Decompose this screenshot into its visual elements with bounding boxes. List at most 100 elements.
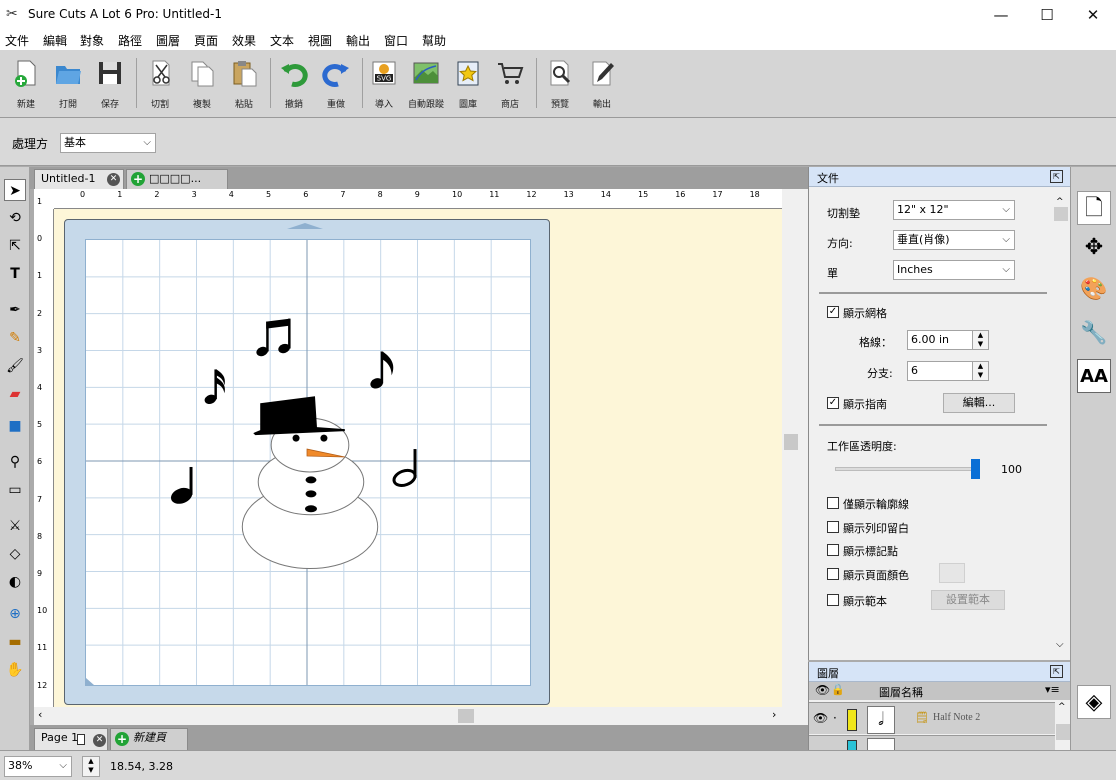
- opacity-slider-track[interactable]: [835, 467, 979, 471]
- menu-path[interactable]: 路徑: [118, 32, 142, 49]
- scroll-thumb[interactable]: [1056, 724, 1070, 740]
- lasso-select-icon[interactable]: ⟲: [4, 207, 26, 229]
- grid-line-stepper[interactable]: 6.00 in ▲ ▼: [907, 330, 989, 350]
- transform-move-icon[interactable]: ✥: [1077, 231, 1111, 265]
- scroll-thumb[interactable]: [784, 434, 798, 450]
- wrench-icon[interactable]: 🔧: [1077, 317, 1111, 351]
- hand-tool-icon[interactable]: ✋: [4, 659, 26, 681]
- zoom-tool-icon[interactable]: ⊕: [4, 603, 26, 625]
- outline-only-checkbox[interactable]: [827, 497, 839, 509]
- tab-untitled-1[interactable]: Untitled-1 ✕: [34, 169, 124, 189]
- layer-color-swatch[interactable]: [847, 709, 857, 731]
- opacity-slider-thumb[interactable]: [971, 459, 980, 479]
- trace-button[interactable]: 自動跟蹤: [406, 58, 446, 114]
- text-tool-icon[interactable]: T: [4, 263, 26, 285]
- canvas-vertical-scrollbar[interactable]: [782, 189, 800, 707]
- menu-help[interactable]: 幫助: [422, 32, 446, 49]
- units-select[interactable]: Inches ⌵: [893, 260, 1015, 280]
- select-tool-icon[interactable]: ➤: [4, 179, 26, 201]
- canvas-horizontal-scrollbar[interactable]: ‹ ›: [34, 707, 782, 725]
- tab-page-1[interactable]: Page 1 ✕: [34, 728, 108, 750]
- close-window-button[interactable]: ✕: [1070, 0, 1116, 30]
- cut-button[interactable]: 切割: [140, 58, 180, 114]
- stepper-arrows-icon[interactable]: ▲ ▼: [972, 331, 988, 349]
- edit-guides-button[interactable]: 編輯...: [943, 393, 1015, 413]
- layers-scrollbar[interactable]: ^: [1055, 702, 1071, 750]
- show-marks-checkbox[interactable]: [827, 544, 839, 556]
- menu-layer[interactable]: 圖層: [156, 32, 180, 49]
- weld-tool-icon[interactable]: ◐: [4, 571, 26, 593]
- show-guides-checkbox[interactable]: ✓: [827, 397, 839, 409]
- half-note[interactable]: [392, 449, 417, 488]
- panel-scrollbar[interactable]: ^ ⌵: [1053, 197, 1069, 660]
- rectangle-tool-icon[interactable]: ■: [4, 415, 26, 437]
- orientation-select[interactable]: 垂直(肖像) ⌵: [893, 230, 1015, 250]
- gradient-tool-icon[interactable]: ▭: [4, 479, 26, 501]
- pencil-tool-icon[interactable]: ✎: [4, 327, 26, 349]
- page-color-swatch[interactable]: [939, 563, 965, 583]
- scroll-up-icon[interactable]: ^: [1058, 702, 1066, 712]
- import-button[interactable]: SVG 導入: [364, 58, 404, 114]
- menu-text[interactable]: 文本: [270, 32, 294, 49]
- polygon-tool-icon[interactable]: ◇: [4, 543, 26, 565]
- brush-tool-icon[interactable]: 🖌: [4, 355, 26, 377]
- menu-window[interactable]: 窗口: [384, 32, 408, 49]
- measure-tool-icon[interactable]: ▬: [4, 631, 26, 653]
- document-panel-icon[interactable]: 🗋: [1077, 191, 1111, 225]
- library-button[interactable]: 圖庫: [448, 58, 488, 114]
- node-select-icon[interactable]: ⇱: [4, 235, 26, 257]
- scroll-up-icon[interactable]: ^: [1056, 197, 1064, 207]
- set-template-button[interactable]: 設置範本: [931, 590, 1005, 610]
- scroll-down-icon[interactable]: ⌵: [1056, 639, 1064, 650]
- preview-button[interactable]: 預覽: [540, 58, 580, 114]
- menu-object[interactable]: 對象: [80, 32, 104, 49]
- show-grid-checkbox[interactable]: ✓: [827, 306, 839, 318]
- menu-view[interactable]: 視圖: [308, 32, 332, 49]
- stepper-arrows-icon[interactable]: ▲ ▼: [972, 362, 988, 380]
- paste-button[interactable]: 粘貼: [224, 58, 264, 114]
- expand-panel-icon[interactable]: ⇱: [1050, 170, 1063, 183]
- zoom-select[interactable]: 38% ⌵: [4, 756, 72, 777]
- text-style-icon[interactable]: AA: [1077, 359, 1111, 393]
- layer-name[interactable]: Half Note 2: [933, 712, 980, 723]
- knife-tool-icon[interactable]: ⚔: [4, 515, 26, 537]
- scroll-right-icon[interactable]: ›: [772, 708, 776, 721]
- menu-output[interactable]: 輸出: [346, 32, 370, 49]
- close-page-icon[interactable]: ✕: [93, 734, 106, 747]
- scroll-thumb[interactable]: [1054, 207, 1068, 221]
- color-palette-icon[interactable]: 🎨: [1077, 273, 1111, 307]
- scroll-left-icon[interactable]: ‹: [38, 708, 42, 721]
- open-button[interactable]: 打開: [48, 58, 88, 114]
- menu-effects[interactable]: 效果: [232, 32, 256, 49]
- mat-grid[interactable]: [85, 239, 531, 686]
- print-margin-checkbox[interactable]: [827, 521, 839, 533]
- layer-row[interactable]: 👁 · 𝅗𝅥 🗒 Half Note 2: [809, 702, 1055, 734]
- pen-tool-icon[interactable]: ✒: [4, 299, 26, 321]
- eyedropper-tool-icon[interactable]: ⚲: [4, 451, 26, 473]
- save-button[interactable]: 保存: [90, 58, 130, 114]
- lock-dot-icon[interactable]: ·: [833, 711, 837, 725]
- tab-new-document[interactable]: + □□□□...: [126, 169, 228, 189]
- tab-new-page[interactable]: + 新建頁面...: [110, 728, 188, 762]
- layers-stack-icon[interactable]: ◈: [1077, 685, 1111, 719]
- eraser-tool-icon[interactable]: ▰: [4, 383, 26, 405]
- store-button[interactable]: 商店: [490, 58, 530, 114]
- scroll-thumb[interactable]: [458, 709, 474, 723]
- beamed-eighth-notes[interactable]: [255, 318, 291, 358]
- menu-page[interactable]: 頁面: [194, 32, 218, 49]
- visibility-eye-icon[interactable]: 👁: [813, 711, 828, 725]
- copy-button[interactable]: 複製: [182, 58, 222, 114]
- menu-edit[interactable]: 編輯: [43, 32, 67, 49]
- menu-file[interactable]: 文件: [5, 32, 29, 49]
- new-button[interactable]: 新建: [6, 58, 46, 114]
- expand-panel-icon[interactable]: ⇱: [1050, 665, 1063, 678]
- layers-menu-icon[interactable]: ▾≡: [1045, 683, 1060, 696]
- maximize-button[interactable]: ☐: [1024, 0, 1070, 30]
- undo-button[interactable]: 撤銷: [274, 58, 314, 114]
- layer-row[interactable]: [809, 735, 1055, 751]
- mat-size-select[interactable]: 12" x 12" ⌵: [893, 200, 1015, 220]
- subdivision-stepper[interactable]: 6 ▲ ▼: [907, 361, 989, 381]
- show-template-checkbox[interactable]: [827, 594, 839, 606]
- output-button[interactable]: 輸出: [582, 58, 622, 114]
- eighth-note[interactable]: [369, 351, 394, 391]
